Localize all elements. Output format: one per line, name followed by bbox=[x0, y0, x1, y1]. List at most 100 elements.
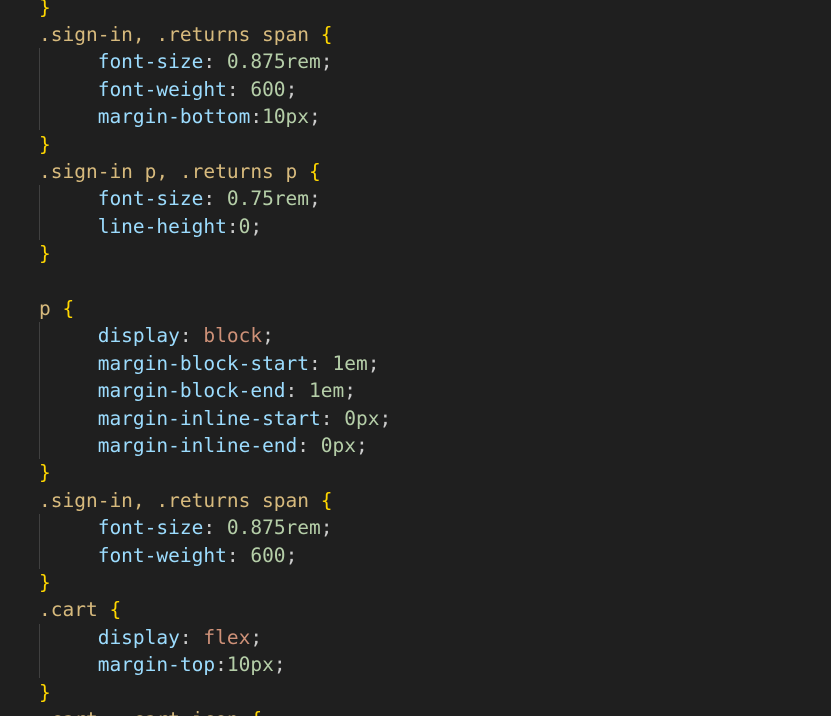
indent-guide bbox=[39, 322, 40, 460]
code-line[interactable]: } bbox=[39, 679, 51, 706]
semicolon: ; bbox=[250, 625, 263, 649]
colon: : bbox=[297, 433, 321, 457]
close-brace: } bbox=[39, 461, 51, 485]
colon: : bbox=[215, 653, 227, 677]
code-line[interactable]: margin-top:10px; bbox=[39, 651, 286, 678]
code-line[interactable]: margin-block-end: 1em; bbox=[39, 377, 356, 404]
css-selector: .sign-in, .returns span bbox=[39, 22, 310, 46]
semicolon: ; bbox=[320, 516, 333, 540]
css-value: 10px bbox=[226, 653, 274, 677]
code-editor[interactable]: } .sign-in, .returns span { font-size: 0.… bbox=[0, 0, 831, 716]
colon: : bbox=[179, 625, 204, 649]
code-line[interactable]: margin-inline-end: 0px; bbox=[39, 432, 368, 459]
code-line[interactable]: line-height:0; bbox=[39, 213, 262, 240]
css-value: flex bbox=[203, 625, 251, 649]
close-brace: } bbox=[39, 132, 51, 156]
open-brace: { bbox=[309, 159, 321, 183]
code-line[interactable]: font-weight: 600; bbox=[39, 542, 298, 569]
code-line[interactable]: } bbox=[39, 0, 51, 21]
css-value: 0 bbox=[238, 214, 251, 238]
open-brace: { bbox=[320, 488, 333, 512]
css-property: margin-top bbox=[97, 653, 216, 677]
code-line[interactable]: margin-block-start: 1em; bbox=[39, 350, 380, 377]
css-value: 1em bbox=[332, 351, 368, 375]
css-value: 600 bbox=[250, 543, 286, 567]
code-line[interactable]: .cart, .cart-icon { bbox=[39, 706, 262, 716]
css-selector: .cart bbox=[39, 598, 98, 622]
css-property: font-weight bbox=[97, 543, 227, 567]
colon: : bbox=[226, 543, 251, 567]
colon: : bbox=[226, 214, 239, 238]
close-brace: } bbox=[39, 680, 51, 704]
css-selector: .sign-in, .returns span bbox=[39, 488, 310, 512]
css-property: margin-inline-start bbox=[97, 406, 321, 430]
css-property: margin-block-end bbox=[97, 379, 286, 403]
code-line[interactable]: } bbox=[39, 131, 51, 158]
code-line[interactable]: font-size: 0.75rem; bbox=[39, 185, 321, 212]
css-value: 10px bbox=[262, 105, 310, 129]
code-line[interactable]: p { bbox=[39, 295, 74, 322]
open-brace: { bbox=[62, 296, 75, 320]
colon: : bbox=[179, 324, 204, 348]
semicolon: ; bbox=[320, 50, 333, 74]
colon: : bbox=[309, 351, 333, 375]
code-line[interactable]: margin-bottom:10px; bbox=[39, 103, 321, 130]
colon: : bbox=[320, 406, 345, 430]
colon: : bbox=[203, 50, 227, 74]
indent-guide bbox=[39, 623, 40, 679]
code-line[interactable]: } bbox=[39, 569, 51, 596]
indent-guide bbox=[39, 185, 40, 241]
semicolon: ; bbox=[356, 433, 368, 457]
code-line[interactable]: font-size: 0.875rem; bbox=[39, 514, 333, 541]
semicolon: ; bbox=[273, 653, 286, 677]
colon: : bbox=[226, 77, 251, 101]
css-property: font-weight bbox=[97, 77, 227, 101]
css-property: margin-block-start bbox=[97, 351, 310, 375]
css-value: 0px bbox=[320, 433, 357, 457]
semicolon: ; bbox=[285, 77, 298, 101]
css-value: 0.875rem bbox=[226, 50, 321, 74]
open-brace: { bbox=[320, 22, 333, 46]
close-brace: } bbox=[39, 242, 51, 266]
code-line[interactable]: display: block; bbox=[39, 322, 274, 349]
css-value: 600 bbox=[250, 77, 286, 101]
open-brace: { bbox=[109, 598, 122, 622]
code-line[interactable]: .cart { bbox=[39, 596, 121, 623]
css-selector: .sign-in p, .returns p bbox=[39, 159, 298, 183]
css-property: display bbox=[97, 625, 180, 649]
colon: : bbox=[285, 379, 310, 403]
semicolon: ; bbox=[379, 406, 392, 430]
css-property: font-size bbox=[97, 187, 204, 211]
css-selector: p bbox=[39, 296, 51, 320]
code-line[interactable]: } bbox=[39, 240, 51, 267]
css-property: display bbox=[97, 324, 180, 348]
css-value: 0.875rem bbox=[226, 516, 321, 540]
semicolon: ; bbox=[262, 324, 274, 348]
css-property: margin-bottom bbox=[97, 105, 251, 129]
code-line[interactable]: .sign-in, .returns span { bbox=[39, 21, 333, 48]
code-line[interactable]: } bbox=[39, 459, 51, 486]
semicolon: ; bbox=[285, 543, 298, 567]
semicolon: ; bbox=[367, 351, 380, 375]
open-brace: { bbox=[250, 708, 262, 716]
code-line[interactable]: display: flex; bbox=[39, 624, 262, 651]
code-line[interactable]: font-size: 0.875rem; bbox=[39, 48, 333, 75]
css-property: margin-inline-end bbox=[97, 433, 298, 457]
indent-guide bbox=[39, 514, 40, 569]
close-brace: } bbox=[39, 0, 51, 19]
code-line[interactable]: .sign-in, .returns span { bbox=[39, 487, 333, 514]
code-line[interactable]: font-weight: 600; bbox=[39, 76, 298, 103]
colon: : bbox=[203, 516, 227, 540]
css-property: font-size bbox=[97, 50, 204, 74]
code-line[interactable]: .sign-in p, .returns p { bbox=[39, 158, 321, 185]
semicolon: ; bbox=[250, 214, 263, 238]
css-value: 0.75rem bbox=[226, 187, 310, 211]
code-line[interactable]: margin-inline-start: 0px; bbox=[39, 405, 392, 432]
semicolon: ; bbox=[309, 187, 321, 211]
css-value: 0px bbox=[344, 406, 380, 430]
css-value: block bbox=[203, 324, 263, 348]
css-value: 1em bbox=[309, 379, 345, 403]
css-property: font-size bbox=[97, 516, 204, 540]
colon: : bbox=[250, 105, 263, 129]
colon: : bbox=[203, 187, 227, 211]
